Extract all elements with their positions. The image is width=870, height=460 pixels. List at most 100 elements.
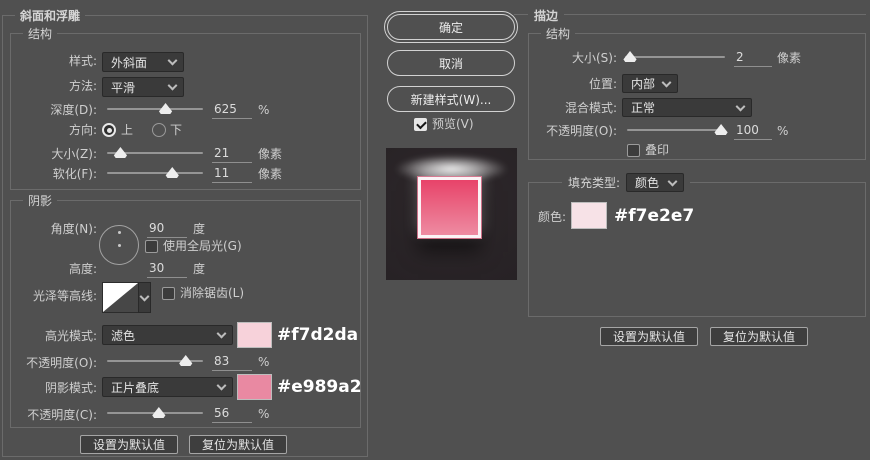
angle-dial-pointer: [117, 231, 121, 234]
stroke-color-swatch[interactable]: [571, 202, 607, 229]
shadow-color-annotation: #e989a2: [277, 377, 362, 397]
size-value[interactable]: 21: [212, 146, 252, 163]
preview-shape: [417, 176, 482, 239]
shadow-opacity-value[interactable]: 56: [212, 406, 252, 423]
stroke-size-unit: 像素: [777, 51, 802, 65]
gloss-contour-thumbnail[interactable]: [102, 282, 139, 313]
soften-slider-track[interactable]: [107, 172, 203, 174]
gloss-contour-dropdown[interactable]: [138, 282, 151, 313]
stroke-position-select[interactable]: 内部: [622, 74, 678, 93]
preview-checkbox[interactable]: [414, 118, 427, 131]
stroke-color-annotation: #f7e2e7: [614, 206, 695, 226]
ok-button[interactable]: 确定: [384, 11, 518, 43]
angle-dial-center: [117, 243, 121, 247]
stroke-size-track[interactable]: [625, 56, 725, 58]
soften-label: 软化(F):: [52, 167, 97, 181]
style-select-value: 外斜面: [111, 55, 148, 70]
chevron-down-icon: [139, 291, 150, 302]
depth-unit: %: [258, 103, 270, 117]
bevel-set-default-button[interactable]: 设置为默认值: [80, 435, 178, 454]
soften-unit: 像素: [258, 167, 283, 181]
direction-down-radio[interactable]: [152, 123, 166, 137]
bevel-shading-title: 阴影: [23, 192, 58, 209]
style-preview-thumbnail: [386, 148, 517, 280]
altitude-unit: 度: [193, 262, 206, 276]
bevel-structure-title: 结构: [23, 25, 58, 42]
highlight-opacity-label: 不透明度(O):: [26, 356, 97, 370]
highlight-mode-value: 滤色: [111, 328, 136, 343]
direction-up-label: 上: [121, 123, 134, 137]
direction-down-label: 下: [170, 123, 183, 137]
stroke-opacity-track[interactable]: [627, 129, 723, 131]
shadow-mode-select[interactable]: 正片叠底: [102, 377, 233, 397]
depth-label: 深度(D):: [50, 103, 97, 117]
highlight-mode-select[interactable]: 滤色: [102, 325, 233, 345]
stroke-opacity-value[interactable]: 100: [734, 123, 772, 140]
shadow-opacity-label: 不透明度(C):: [27, 408, 97, 422]
shadow-color-swatch[interactable]: [237, 374, 272, 400]
depth-slider-track[interactable]: [107, 108, 203, 110]
altitude-value[interactable]: 30: [147, 261, 187, 278]
highlight-color-swatch[interactable]: [237, 322, 272, 348]
stroke-blend-mode-label: 混合模式:: [564, 101, 617, 115]
style-label: 样式:: [68, 54, 97, 68]
stroke-opacity-label: 不透明度(O):: [546, 124, 617, 138]
use-global-light-checkbox[interactable]: [145, 240, 158, 253]
stroke-reset-default-button[interactable]: 复位为默认值: [710, 327, 808, 346]
shadow-mode-value: 正片叠底: [111, 380, 160, 395]
angle-value[interactable]: 90: [147, 221, 187, 238]
highlight-opacity-unit: %: [258, 355, 270, 369]
overprint-label: 叠印: [645, 143, 670, 157]
altitude-label: 高度:: [68, 262, 97, 276]
chevron-down-icon: [667, 176, 678, 187]
chevron-down-icon: [735, 101, 746, 112]
chevron-down-icon: [216, 328, 227, 339]
stroke-panel-topline: [514, 14, 866, 15]
stroke-opacity-unit: %: [777, 124, 789, 138]
bevel-emboss-title: 斜面和浮雕: [15, 7, 86, 24]
angle-label: 角度(N):: [50, 222, 97, 236]
method-select[interactable]: 平滑: [102, 77, 184, 97]
shadow-opacity-unit: %: [258, 407, 270, 421]
soften-value[interactable]: 11: [212, 166, 252, 183]
direction-up-radio[interactable]: [102, 123, 116, 137]
anti-alias-checkbox[interactable]: [162, 287, 175, 300]
chevron-down-icon: [216, 380, 227, 391]
stroke-color-label: 颜色:: [537, 210, 566, 224]
chevron-down-icon: [661, 77, 672, 88]
layer-style-dialog: 斜面和浮雕 结构 样式: 外斜面 方法: 平滑 深度(D): 625 % 方向:…: [0, 0, 870, 460]
stroke-blend-mode-value: 正常: [631, 101, 656, 115]
shadow-mode-label: 阴影模式:: [44, 381, 97, 395]
fill-type-value: 颜色: [635, 176, 660, 190]
size-unit: 像素: [258, 147, 283, 161]
fill-type-select[interactable]: 颜色: [626, 173, 685, 192]
anti-alias-label: 消除锯齿(L): [180, 286, 245, 300]
use-global-light-label: 使用全局光(G): [163, 239, 242, 253]
method-select-value: 平滑: [111, 80, 136, 95]
overprint-checkbox[interactable]: [627, 144, 640, 157]
highlight-mode-label: 高光模式:: [44, 329, 97, 343]
highlight-opacity-value[interactable]: 83: [212, 354, 252, 371]
angle-dial[interactable]: [99, 225, 139, 265]
fill-type-label: 填充类型:: [568, 176, 621, 190]
angle-unit: 度: [193, 222, 206, 236]
stroke-panel-title: 描边: [528, 7, 565, 24]
chevron-down-icon: [167, 80, 178, 91]
method-label: 方法:: [68, 79, 97, 93]
direction-label: 方向:: [68, 123, 97, 137]
stroke-blend-mode-select[interactable]: 正常: [622, 98, 752, 117]
fill-type-row: 填充类型: 颜色: [562, 172, 691, 193]
stroke-set-default-button[interactable]: 设置为默认值: [600, 327, 698, 346]
style-select[interactable]: 外斜面: [102, 52, 184, 72]
stroke-position-label: 位置:: [588, 77, 617, 91]
stroke-size-value[interactable]: 2: [734, 50, 772, 67]
gloss-contour-label: 光泽等高线:: [32, 289, 97, 303]
stroke-size-label: 大小(S):: [571, 51, 617, 65]
stroke-position-value: 内部: [631, 77, 656, 91]
chevron-down-icon: [167, 55, 178, 66]
contour-curve-icon: [103, 283, 138, 312]
bevel-reset-default-button[interactable]: 复位为默认值: [189, 435, 287, 454]
highlight-color-annotation: #f7d2da: [277, 325, 359, 345]
size-label: 大小(Z):: [51, 147, 97, 161]
depth-value[interactable]: 625: [212, 102, 252, 119]
